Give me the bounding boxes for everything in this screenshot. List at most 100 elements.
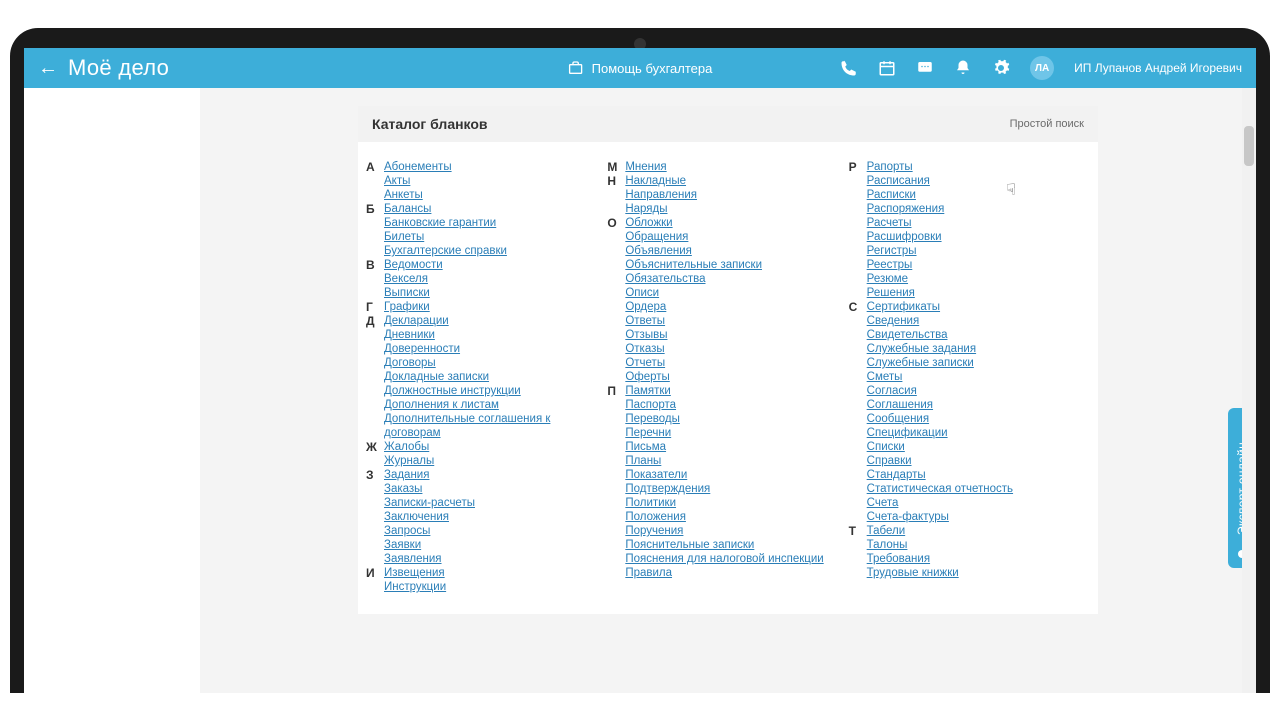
link-item[interactable]: Письма [625, 440, 823, 454]
link-item[interactable]: Пояснения для налоговой инспекции [625, 552, 823, 566]
link-item[interactable]: Журналы [384, 454, 434, 468]
link-item[interactable]: Свидетельства [867, 328, 1013, 342]
link-item[interactable]: Перечни [625, 426, 823, 440]
link-item[interactable]: Показатели [625, 468, 823, 482]
link-item[interactable]: Спецификации [867, 426, 1013, 440]
link-item[interactable]: Счета-фактуры [867, 510, 1013, 524]
link-item[interactable]: Объяснительные записки [625, 258, 762, 272]
link-item[interactable]: Регистры [867, 244, 945, 258]
link-item[interactable]: Пояснительные записки [625, 538, 823, 552]
link-item[interactable]: Должностные инструкции [384, 384, 595, 398]
link-item[interactable]: Паспорта [625, 398, 823, 412]
link-item[interactable]: Реестры [867, 258, 945, 272]
link-item[interactable]: Поручения [625, 524, 823, 538]
link-item[interactable]: Бухгалтерские справки [384, 244, 507, 258]
calendar-icon[interactable] [878, 59, 896, 77]
link-item[interactable]: Политики [625, 496, 823, 510]
link-item[interactable]: Ответы [625, 314, 762, 328]
link-item[interactable]: Подтверждения [625, 482, 823, 496]
link-item[interactable]: Объявления [625, 244, 762, 258]
link-item[interactable]: Соглашения [867, 398, 1013, 412]
link-item[interactable]: Планы [625, 454, 823, 468]
link-item[interactable]: Графики [384, 300, 430, 314]
help-link[interactable]: Помощь бухгалтера [568, 60, 713, 76]
link-item[interactable]: Правила [625, 566, 823, 580]
link-item[interactable]: Справки [867, 454, 1013, 468]
link-item[interactable]: Отчеты [625, 356, 762, 370]
username[interactable]: ИП Лупанов Андрей Игоревич [1074, 61, 1242, 75]
link-item[interactable]: Расписки [867, 188, 945, 202]
link-item[interactable]: Талоны [867, 538, 959, 552]
link-item[interactable]: Докладные записки [384, 370, 595, 384]
avatar[interactable]: ЛА [1030, 56, 1054, 80]
link-item[interactable]: Распоряжения [867, 202, 945, 216]
link-item[interactable]: Договоры [384, 356, 595, 370]
gear-icon[interactable] [992, 59, 1010, 77]
link-item[interactable]: Акты [384, 174, 452, 188]
link-item[interactable]: Мнения [625, 160, 666, 174]
link-item[interactable]: Извещения [384, 566, 446, 580]
scrollbar[interactable] [1242, 88, 1256, 693]
link-item[interactable]: Заключения [384, 510, 475, 524]
link-item[interactable]: Рапорты [867, 160, 945, 174]
back-arrow-icon[interactable]: ← [38, 57, 58, 80]
link-item[interactable]: Оферты [625, 370, 762, 384]
link-item[interactable]: Билеты [384, 230, 507, 244]
link-item[interactable]: Ведомости [384, 258, 443, 272]
link-item[interactable]: Решения [867, 286, 945, 300]
link-item[interactable]: Отказы [625, 342, 762, 356]
link-item[interactable]: Дневники [384, 328, 595, 342]
link-item[interactable]: Сведения [867, 314, 1013, 328]
chat-icon[interactable] [916, 59, 934, 77]
link-item[interactable]: Списки [867, 440, 1013, 454]
link-item[interactable]: Дополнения к листам [384, 398, 595, 412]
link-item[interactable]: Счета [867, 496, 1013, 510]
link-item[interactable]: Выписки [384, 286, 443, 300]
link-item[interactable]: Жалобы [384, 440, 434, 454]
link-item[interactable]: Балансы [384, 202, 507, 216]
link-item[interactable]: Анкеты [384, 188, 452, 202]
link-item[interactable]: Векселя [384, 272, 443, 286]
link-item[interactable]: Декларации [384, 314, 595, 328]
logo[interactable]: Моё дело [68, 55, 169, 81]
link-item[interactable]: Абонементы [384, 160, 452, 174]
link-item[interactable]: Дополнительные соглашения к договорам [384, 412, 595, 440]
phone-icon[interactable] [840, 59, 858, 77]
link-item[interactable]: Направления [625, 188, 697, 202]
link-item[interactable]: Наряды [625, 202, 697, 216]
link-item[interactable]: Расчеты [867, 216, 945, 230]
link-item[interactable]: Сметы [867, 370, 1013, 384]
link-item[interactable]: Банковские гарантии [384, 216, 507, 230]
simple-search-link[interactable]: Простой поиск [1010, 118, 1084, 130]
link-item[interactable]: Заявки [384, 538, 475, 552]
link-item[interactable]: Согласия [867, 384, 1013, 398]
link-item[interactable]: Инструкции [384, 580, 446, 594]
link-item[interactable]: Описи [625, 286, 762, 300]
link-item[interactable]: Резюме [867, 272, 945, 286]
link-item[interactable]: Запросы [384, 524, 475, 538]
link-item[interactable]: Расписания [867, 174, 945, 188]
link-item[interactable]: Заказы [384, 482, 475, 496]
link-item[interactable]: Переводы [625, 412, 823, 426]
link-item[interactable]: Заявления [384, 552, 475, 566]
link-item[interactable]: Ордера [625, 300, 762, 314]
link-item[interactable]: Обращения [625, 230, 762, 244]
scrollbar-thumb[interactable] [1244, 126, 1254, 166]
link-item[interactable]: Обложки [625, 216, 762, 230]
link-item[interactable]: Накладные [625, 174, 697, 188]
link-item[interactable]: Расшифровки [867, 230, 945, 244]
link-item[interactable]: Табели [867, 524, 959, 538]
link-item[interactable]: Памятки [625, 384, 823, 398]
link-item[interactable]: Служебные задания [867, 342, 1013, 356]
bell-icon[interactable] [954, 59, 972, 77]
link-item[interactable]: Положения [625, 510, 823, 524]
link-item[interactable]: Отзывы [625, 328, 762, 342]
link-item[interactable]: Записки-расчеты [384, 496, 475, 510]
link-item[interactable]: Служебные записки [867, 356, 1013, 370]
link-item[interactable]: Доверенности [384, 342, 595, 356]
link-item[interactable]: Сертификаты [867, 300, 1013, 314]
link-item[interactable]: Стандарты [867, 468, 1013, 482]
link-item[interactable]: Обязательства [625, 272, 762, 286]
link-item[interactable]: Сообщения [867, 412, 1013, 426]
link-item[interactable]: Требования [867, 552, 959, 566]
